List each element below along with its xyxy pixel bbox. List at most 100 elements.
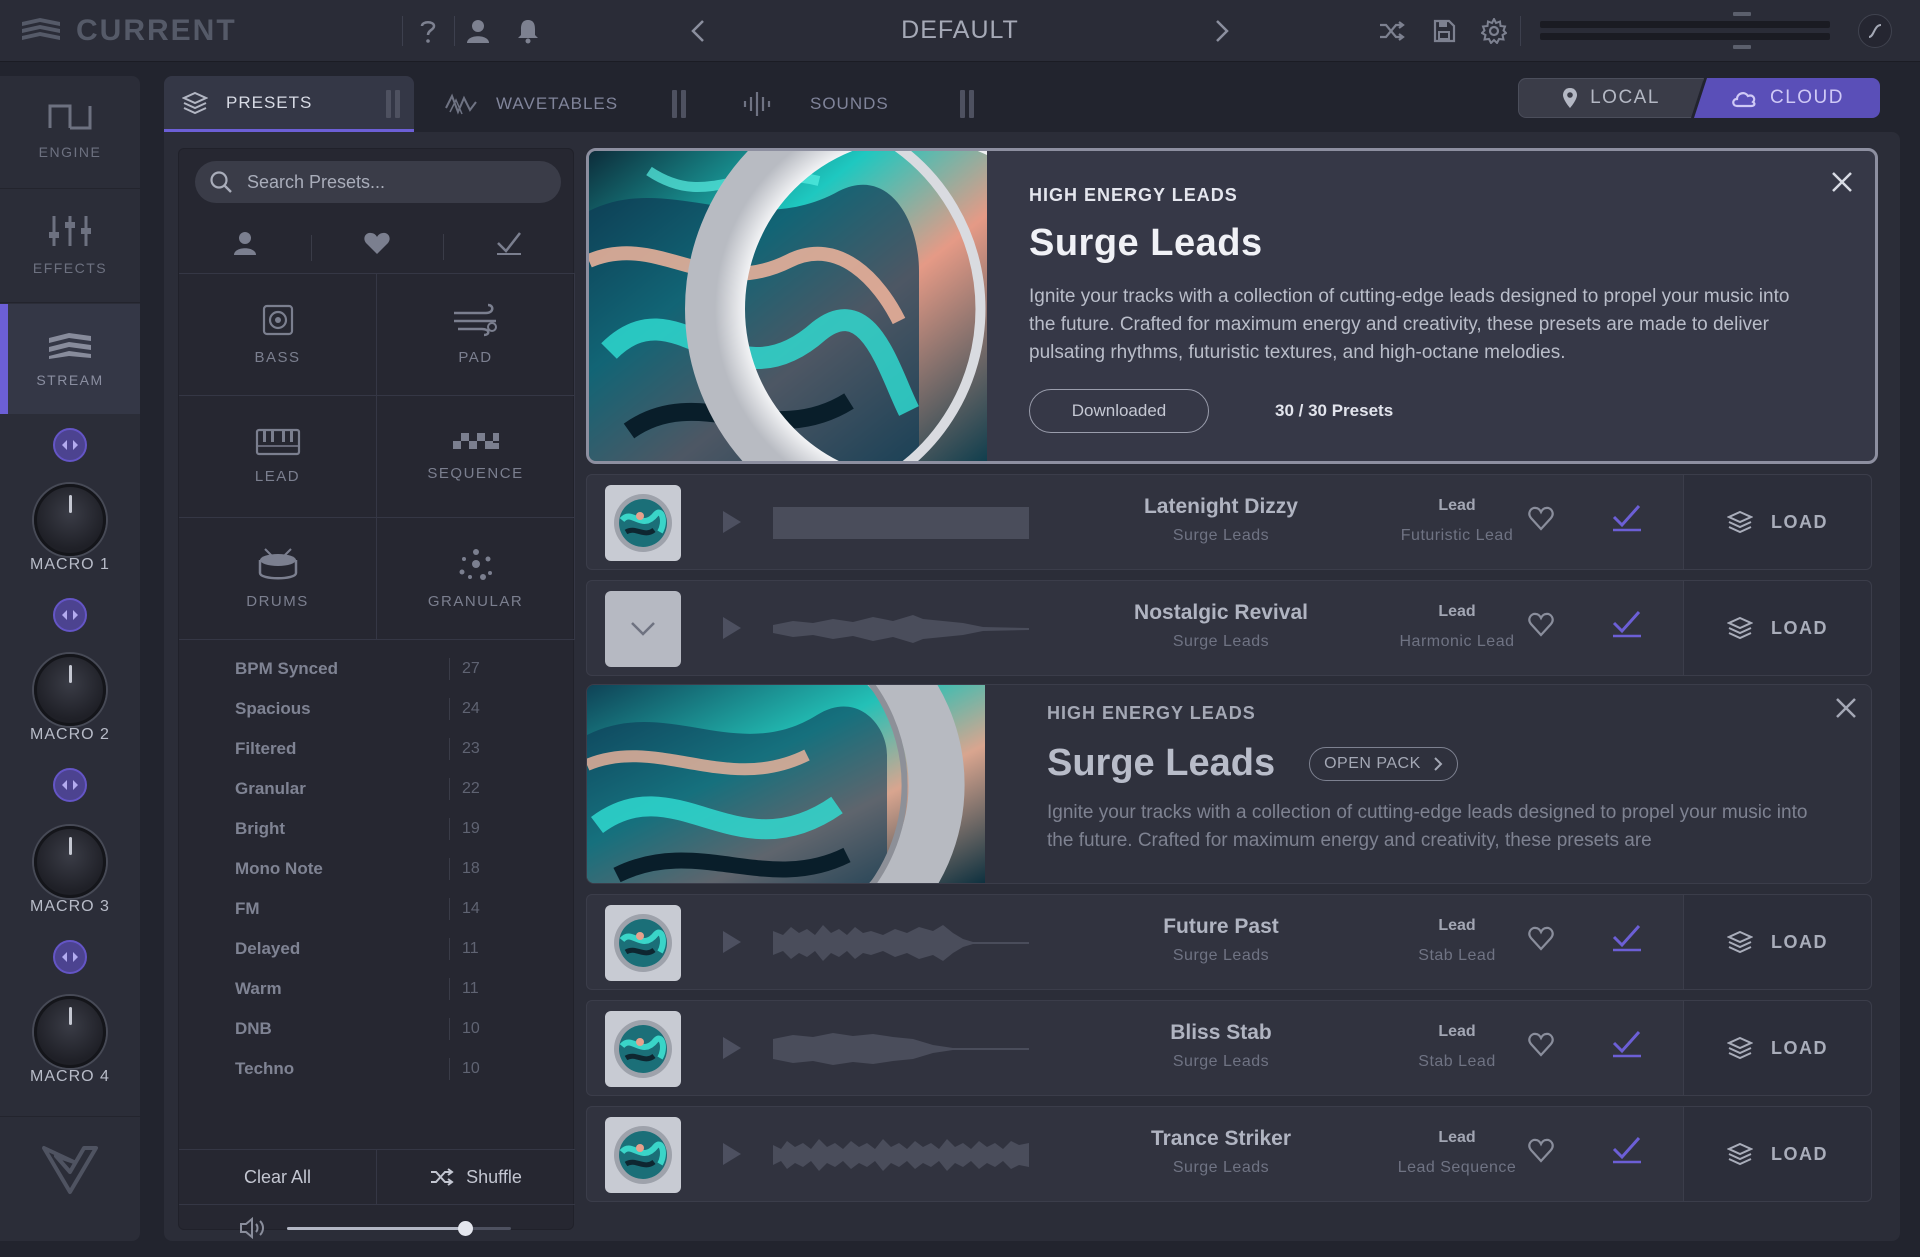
preview-play-button[interactable] [721,1141,743,1167]
tag-item[interactable]: Spacious 24 [235,689,535,729]
open-pack-button[interactable]: OPEN PACK [1309,746,1458,781]
preset-row[interactable]: Latenight Dizzy Surge Leads Lead Futuris… [586,474,1872,570]
tag-item[interactable]: Warm 11 [235,969,535,1009]
shuffle-button[interactable]: Shuffle [377,1150,575,1204]
load-preset-button[interactable]: LOAD [1683,581,1871,675]
clear-all-label: Clear All [243,1166,312,1187]
tab-drag-handle[interactable] [386,90,400,118]
favorite-button[interactable] [1527,1031,1555,1057]
installed-indicator[interactable] [1611,1029,1643,1059]
tag-count: 11 [462,940,479,957]
notifications-button[interactable] [512,15,544,47]
category-granular[interactable]: GRANULAR [377,518,575,640]
preset-artwork-image [614,914,672,972]
tag-item[interactable]: Delayed 11 [235,929,535,969]
heart-outline-icon [1528,926,1554,951]
nav-item-stream[interactable]: STREAM [0,304,140,414]
settings-button[interactable] [1478,15,1510,47]
clear-all-button[interactable]: Clear All [179,1150,377,1204]
macro-4-link-button[interactable] [53,940,87,974]
category-pad[interactable]: PAD [377,274,575,396]
cloud-source-button[interactable]: CLOUD [1694,78,1880,118]
macro-2-knob[interactable] [34,654,106,726]
wind-icon [453,303,497,337]
nav-item-engine[interactable]: ENGINE [0,76,140,186]
current-preset-name[interactable]: DEFAULT [800,16,1120,45]
category-drums[interactable]: DRUMS [179,518,377,640]
previous-preset-button[interactable] [682,15,714,47]
tag-name: Spacious [235,699,311,718]
checkmark-icon [1612,1136,1641,1164]
preset-row[interactable]: Nostalgic Revival Surge Leads Lead Harmo… [586,580,1872,676]
tab-wavetables[interactable]: WAVETABLES [426,76,682,132]
category-bass[interactable]: BASS [179,274,377,396]
favorite-button[interactable] [1527,611,1555,637]
my-presets-filter[interactable] [179,230,311,256]
preset-name: Latenight Dizzy [1143,495,1298,518]
help-button[interactable] [412,15,444,47]
favorites-filter[interactable] [311,231,443,261]
tag-item[interactable]: Granular 22 [235,769,535,809]
load-preset-button[interactable]: LOAD [1683,895,1871,989]
preview-play-button[interactable] [721,615,743,641]
installed-filter[interactable] [443,230,575,260]
macro-1-label: MACRO 1 [30,556,110,573]
favorite-button[interactable] [1527,1137,1555,1163]
macro-3-knob[interactable] [34,826,106,898]
preview-play-button[interactable] [721,929,743,955]
nav-divider [0,302,140,303]
installed-indicator[interactable] [1611,503,1643,533]
preset-row[interactable]: Trance Striker Surge Leads Lead Lead Seq… [586,1106,1872,1202]
macro-1-knob[interactable] [34,484,106,556]
macro-3-link-button[interactable] [53,768,87,802]
tag-item[interactable]: DNB 10 [235,1009,535,1049]
next-preset-button[interactable] [1206,15,1238,47]
randomize-button[interactable] [1376,15,1408,47]
tab-presets[interactable]: PRESETS [164,76,414,132]
preview-play-button[interactable] [721,509,743,535]
preview-play-button[interactable] [721,1035,743,1061]
curve-button[interactable] [1858,14,1892,48]
local-source-button[interactable]: LOCAL [1518,78,1704,118]
expand-pack-thumbnail[interactable] [605,591,681,667]
load-preset-button[interactable]: LOAD [1683,1107,1871,1201]
macro-4-knob[interactable] [34,996,106,1068]
installed-indicator[interactable] [1611,923,1643,953]
category-sequence[interactable]: SEQUENCE [377,396,575,518]
close-pack-button[interactable] [1827,167,1857,197]
tab-drag-handle[interactable] [960,90,974,118]
layers-icon [1727,510,1753,534]
tag-count: 19 [462,820,480,837]
chevron-right-icon [1434,756,1443,771]
load-preset-button[interactable]: LOAD [1683,475,1871,569]
downloaded-button[interactable]: Downloaded [1029,389,1209,433]
save-button[interactable] [1428,15,1460,47]
favorite-button[interactable] [1527,925,1555,951]
macro-1-link-button[interactable] [53,428,87,462]
installed-indicator[interactable] [1611,1135,1643,1165]
volume-slider-thumb[interactable] [458,1221,474,1236]
preset-row[interactable]: Future Past Surge Leads Lead Stab Lead L… [586,894,1872,990]
macro-2-link-button[interactable] [53,598,87,632]
preset-name: Nostalgic Revival [1134,601,1308,624]
tag-item[interactable]: Mono Note 18 [235,849,535,889]
app-name: CURRENT [76,14,237,47]
tag-item[interactable]: Bright 19 [235,809,535,849]
search-input[interactable] [247,171,537,193]
nav-item-effects[interactable]: EFFECTS [0,190,140,300]
pack-title: Surge Leads [1029,222,1263,264]
tag-item[interactable]: Filtered 23 [235,729,535,769]
tag-name: Delayed [235,939,301,958]
tag-item[interactable]: BPM Synced 27 [235,649,535,689]
account-button[interactable] [462,15,494,47]
favorite-button[interactable] [1527,505,1555,531]
installed-indicator[interactable] [1611,609,1643,639]
load-preset-button[interactable]: LOAD [1683,1001,1871,1095]
category-lead[interactable]: LEAD [179,396,377,518]
preset-row[interactable]: Bliss Stab Surge Leads Lead Stab Lead LO… [586,1000,1872,1096]
tag-item[interactable]: FM 14 [235,889,535,929]
tag-item[interactable]: Techno 10 [235,1049,535,1089]
tab-sounds[interactable]: SOUNDS [724,76,964,132]
tab-drag-handle[interactable] [672,90,686,118]
tag-count: 24 [462,700,480,717]
